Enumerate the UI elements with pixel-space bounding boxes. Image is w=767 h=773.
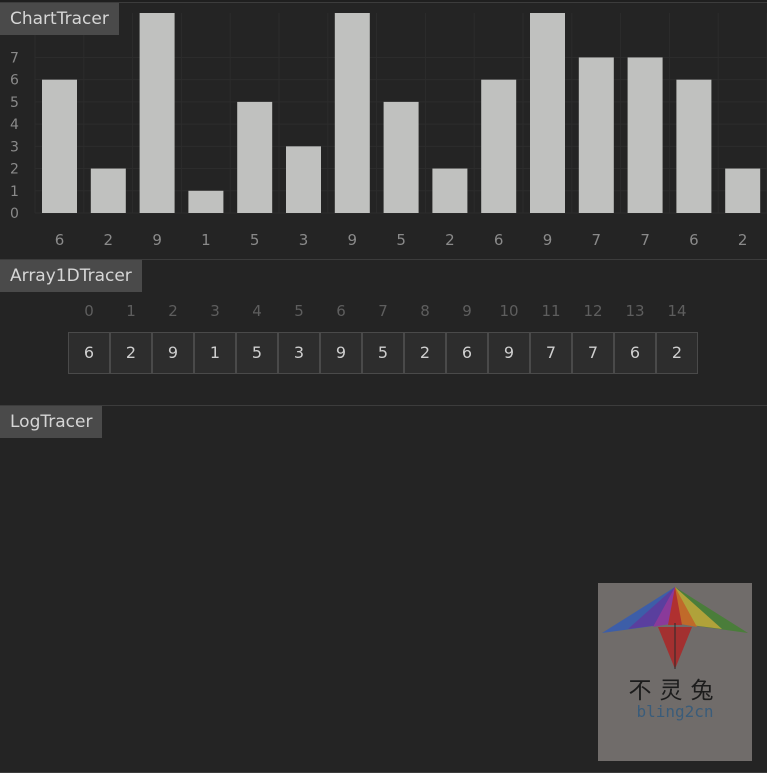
kite-icon	[602, 587, 748, 669]
chart-bar	[139, 13, 175, 213]
chart-bar	[188, 190, 224, 213]
array1d-tracer-title: Array1DTracer	[0, 260, 142, 292]
chart-bar	[334, 13, 370, 213]
chart-bar	[432, 168, 468, 213]
chart-x-tick: 2	[104, 231, 114, 249]
array-index-label: 3	[210, 302, 220, 320]
array-index-label: 14	[667, 302, 687, 320]
array-cell: 9	[488, 332, 530, 374]
chart-bar	[725, 168, 761, 213]
chart-y-tick: 1	[10, 184, 19, 200]
array-cell: 2	[110, 332, 152, 374]
array1d-tracer-panel: Array1DTracer 0 1 2 3 4 5 6 7 8 9 10 11 12 13 14 6 2 9 1 5 3…	[0, 259, 767, 405]
chart-bar	[237, 101, 273, 213]
chart-bar	[383, 101, 419, 213]
array-index-label: 6	[336, 302, 346, 320]
chart-y-tick: 6	[10, 73, 19, 89]
chart-x-tick: 3	[299, 231, 309, 249]
array-index-label: 5	[294, 302, 304, 320]
array-cell: 7	[530, 332, 572, 374]
array-index-label: 7	[378, 302, 388, 320]
chart-x-tick: 1	[201, 231, 211, 249]
array-cell: 1	[194, 332, 236, 374]
chart-bar	[676, 79, 712, 214]
chart-x-tick: 6	[55, 231, 65, 249]
array-index-label: 1	[126, 302, 136, 320]
array-cell: 9	[320, 332, 362, 374]
array-index-label: 10	[499, 302, 519, 320]
array-cell: 6	[446, 332, 488, 374]
array-cell: 3	[278, 332, 320, 374]
chart-x-tick: 5	[396, 231, 406, 249]
array-cell: 7	[572, 332, 614, 374]
array-cell: 6	[614, 332, 656, 374]
chart-bar	[578, 57, 614, 213]
chart-bar	[530, 13, 565, 213]
chart-y-tick: 4	[10, 117, 19, 133]
chart-x-tick: 5	[250, 231, 260, 249]
chart-x-tick: 2	[445, 231, 455, 249]
array-index-label: 8	[420, 302, 430, 320]
array-cell: 2	[404, 332, 446, 374]
chart-x-tick: 9	[348, 231, 358, 249]
chart-y-tick: 5	[10, 95, 19, 111]
array-cell: 6	[68, 332, 110, 374]
chart-x-tick: 7	[592, 231, 602, 249]
chart-y-tick: 3	[10, 139, 19, 155]
log-tracer-title: LogTracer	[0, 406, 103, 438]
array-index-label: 2	[168, 302, 178, 320]
array-index-label: 9	[462, 302, 472, 320]
array-cell: 9	[152, 332, 194, 374]
array-index-label: 4	[252, 302, 262, 320]
array-index-label: 11	[541, 302, 561, 320]
chart-y-tick: 0	[10, 206, 19, 222]
array-index-label: 12	[583, 302, 603, 320]
array-index-label: 0	[84, 302, 94, 320]
chart-bar	[481, 79, 517, 214]
array-index-label: 13	[625, 302, 645, 320]
array-cell: 2	[656, 332, 698, 374]
chart-y-tick: 2	[10, 162, 19, 178]
watermark-text-cn: 不灵兔	[628, 678, 722, 704]
chart-bar	[42, 79, 77, 214]
chart-bar	[90, 168, 126, 213]
watermark-logo: 不灵兔 bling2cn	[598, 583, 752, 761]
chart-x-tick: 6	[494, 231, 504, 249]
chart-x-tick: 7	[640, 231, 650, 249]
chart-x-tick: 9	[152, 231, 162, 249]
chart-tracer-title: ChartTracer	[0, 3, 119, 35]
chart-x-tick: 9	[543, 231, 553, 249]
chart-bar	[627, 57, 663, 213]
chart-tracer-panel: ChartTracer 0 1 2 3 4 5 6 7 6 2 9 1 5 3 9 5 2 6 9 7 7 6 2	[0, 2, 767, 259]
watermark-text-en: bling2cn	[636, 702, 714, 721]
chart-x-tick: 6	[689, 231, 699, 249]
chart-y-tick: 7	[10, 50, 19, 66]
chart-bar	[286, 146, 321, 213]
bar-chart: 0 1 2 3 4 5 6 7 6 2 9 1 5 3 9 5 2 6 9 7 7 6 2	[10, 13, 767, 249]
array-cell: 5	[362, 332, 404, 374]
array-cell: 5	[236, 332, 278, 374]
chart-x-tick: 2	[738, 231, 748, 249]
